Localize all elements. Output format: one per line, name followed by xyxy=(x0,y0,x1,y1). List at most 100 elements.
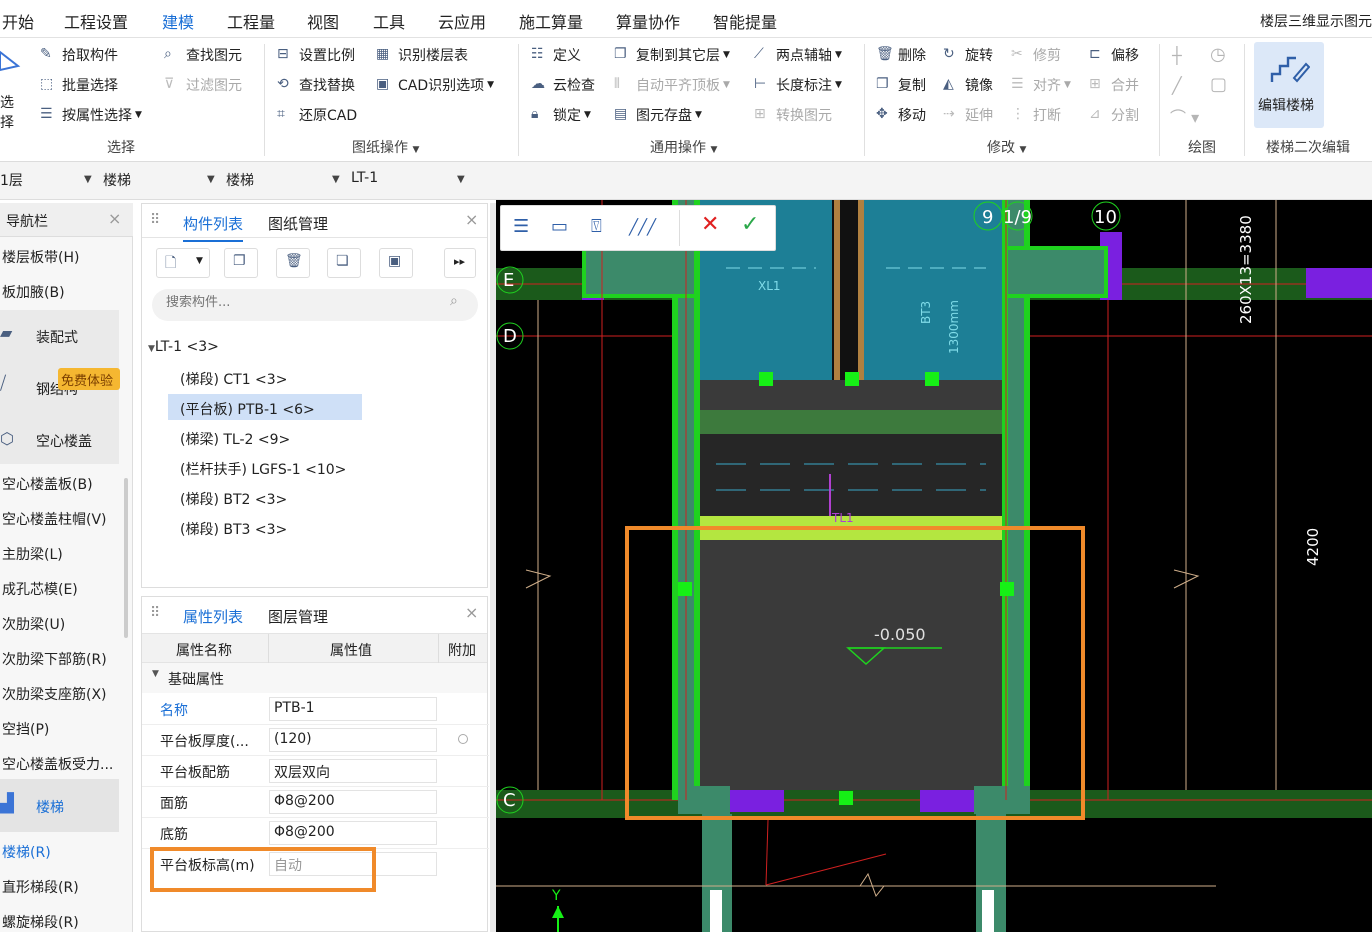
cancel-x-icon[interactable]: ✕ xyxy=(701,212,719,237)
tree-item[interactable]: (栏杆扶手) LGFS-1 <10> xyxy=(180,459,346,479)
nav-item-stair[interactable]: 楼梯(R) xyxy=(2,842,51,862)
drag-handle-icon[interactable]: ⠿ xyxy=(150,212,160,228)
lock-button[interactable]: 🔒︎ 锁定 ▼ xyxy=(531,102,591,128)
identify-floor-table-button[interactable]: ▦ 识别楼层表 xyxy=(376,42,468,68)
tree-item[interactable]: (梯段) BT2 <3> xyxy=(180,489,287,509)
nav-item[interactable]: 空心楼盖板(B) xyxy=(2,474,93,494)
nav-item[interactable]: 楼层板带(H) xyxy=(2,247,79,267)
extend-button[interactable]: ⇢ 延伸 xyxy=(943,102,993,128)
tab-property-list[interactable]: 属性列表 xyxy=(183,606,244,635)
menu-modeling[interactable]: 建模 xyxy=(162,9,195,41)
floor-3d-display-option[interactable]: 楼层三维显示图元 xyxy=(1260,11,1372,31)
circle-draw-icon[interactable]: ◷ xyxy=(1210,44,1226,65)
close-icon[interactable]: × xyxy=(108,209,121,228)
convert-element-button[interactable]: ⊞ 转换图元 xyxy=(754,102,832,128)
menu-start[interactable]: 开始 xyxy=(2,9,34,33)
set-scale-button[interactable]: ⊟ 设置比例 xyxy=(277,42,355,68)
new-component-button[interactable]: 🗋︎ ▼ xyxy=(156,248,210,278)
length-dimension-button[interactable]: ⊢ 长度标注 ▼ xyxy=(754,72,842,98)
nav-item[interactable]: 次肋梁支座筋(X) xyxy=(2,684,107,704)
delete-component-button[interactable]: 🗑︎ xyxy=(276,248,310,278)
property-value-input[interactable]: Φ8@200 xyxy=(269,821,437,845)
nav-item[interactable]: 主肋梁(L) xyxy=(2,544,63,564)
copy-to-other-floor-button[interactable]: ❐ 复制到其它层 ▼ xyxy=(614,42,730,68)
grip-handle[interactable] xyxy=(845,372,859,386)
grip-handle[interactable] xyxy=(759,372,773,386)
move-button[interactable]: ✥ 移动 xyxy=(876,102,926,128)
merge-button[interactable]: ⊞ 合并 xyxy=(1089,72,1139,98)
nav-item[interactable]: 空挡(P) xyxy=(2,719,49,739)
tree-item[interactable]: (梯段) CT1 <3> xyxy=(180,369,287,389)
nav-item[interactable]: 次肋梁下部筋(R) xyxy=(2,649,107,669)
nav-item[interactable]: 空心楼盖板受力... xyxy=(2,754,126,774)
railing-icon[interactable]: ╱╱╱ xyxy=(629,218,656,236)
point-draw-icon[interactable]: ┼ xyxy=(1172,46,1182,65)
property-value-input[interactable]: PTB-1 xyxy=(269,697,437,721)
drag-handle-icon[interactable]: ⠿ xyxy=(150,605,160,621)
close-icon[interactable]: × xyxy=(465,603,478,622)
restore-cad-button[interactable]: ⌗ 还原CAD xyxy=(277,102,357,128)
close-icon[interactable]: × xyxy=(465,210,478,229)
modify-group-label[interactable]: 修改 ▼ xyxy=(987,137,1026,157)
tree-root[interactable]: ▼LT-1 <3> xyxy=(148,339,219,355)
cad-options-button[interactable]: ▣ CAD识别选项 ▼ xyxy=(376,72,494,98)
free-trial-badge[interactable]: 免费体验 xyxy=(58,368,120,390)
nav-item[interactable]: 空心楼盖柱帽(V) xyxy=(2,509,107,529)
filter-element-button[interactable]: ⊽ 过滤图元 xyxy=(164,72,242,98)
rotate-button[interactable]: ↻ 旋转 xyxy=(943,42,993,68)
find-element-button[interactable]: ⌕ 查找图元 xyxy=(164,42,242,68)
break-button[interactable]: ⋮ 打断 xyxy=(1011,102,1061,128)
cloud-check-button[interactable]: ☁ 云检查 xyxy=(531,72,595,98)
trim-button[interactable]: ✂ 修剪 xyxy=(1011,42,1061,68)
slab-icon[interactable]: ▭ xyxy=(551,216,568,237)
property-value-input[interactable]: 双层双向 xyxy=(269,759,437,783)
split-button[interactable]: ⊿ 分割 xyxy=(1089,102,1139,128)
two-point-axis-button[interactable]: ⟋ 两点辅轴 ▼ xyxy=(754,42,842,68)
nav-item[interactable]: 成孔芯模(E) xyxy=(2,579,78,599)
menu-tools[interactable]: 工具 xyxy=(373,9,405,33)
floor-selector[interactable]: 1层 ▼ xyxy=(0,170,96,192)
property-value-input[interactable]: (120) xyxy=(269,728,437,752)
tab-drawing-management[interactable]: 图纸管理 xyxy=(268,213,328,234)
find-replace-button[interactable]: ⟲ 查找替换 xyxy=(277,72,355,98)
type-selector[interactable]: 楼梯 ▼ xyxy=(226,170,344,192)
drawing-group-label[interactable]: 图纸操作 ▼ xyxy=(352,137,419,157)
menu-smart-takeoff[interactable]: 智能提量 xyxy=(713,9,777,33)
more-button[interactable]: ▸▸ xyxy=(444,248,476,278)
search-input[interactable] xyxy=(166,295,436,310)
menu-quantities[interactable]: 工程量 xyxy=(227,9,275,33)
menu-project-settings[interactable]: 工程设置 xyxy=(64,9,128,33)
layer-copy-button[interactable]: ❏ xyxy=(327,248,361,278)
copy-component-button[interactable]: ❐ xyxy=(224,248,258,278)
offset-button[interactable]: ⊏ 偏移 xyxy=(1089,42,1139,68)
stair-icon[interactable]: ☰ xyxy=(513,216,529,237)
select-big-button[interactable]: 选择 xyxy=(0,48,26,131)
nav-item[interactable]: 螺旋梯段(R) xyxy=(2,912,79,932)
copy-button[interactable]: ❐ 复制 xyxy=(876,72,926,98)
scrollbar[interactable] xyxy=(124,478,128,638)
search-component-field[interactable]: ⌕ xyxy=(152,289,478,321)
category-selector[interactable]: 楼梯 ▼ xyxy=(103,170,219,192)
nav-category-hollow-slab[interactable]: 空心楼盖 xyxy=(36,431,92,451)
nav-category-prefab[interactable]: 装配式 xyxy=(36,327,78,347)
arc-draw-icon[interactable]: ⌒ ▾ xyxy=(1170,104,1199,128)
batch-select-button[interactable]: ⬚ 批量选择 xyxy=(40,72,118,98)
property-value-input[interactable]: Φ8@200 xyxy=(269,790,437,814)
menu-cloud[interactable]: 云应用 xyxy=(438,9,486,33)
auto-align-top-button[interactable]: ⫴ 自动平齐顶板 ▼ xyxy=(614,72,730,98)
tree-item[interactable]: (梯梁) TL-2 <9> xyxy=(180,429,290,449)
mirror-button[interactable]: ◭ 镜像 xyxy=(943,72,993,98)
component-save-button[interactable]: ▣ xyxy=(379,248,413,278)
save-element-button[interactable]: ▤ 图元存盘 ▼ xyxy=(614,102,702,128)
menu-view[interactable]: 视图 xyxy=(307,9,339,33)
edit-stair-button[interactable]: 编辑楼梯 xyxy=(1254,42,1324,128)
align-button[interactable]: ☰ 对齐 ▼ xyxy=(1011,72,1071,98)
line-draw-icon[interactable]: ╱ xyxy=(1172,76,1182,95)
checkbox-circle[interactable] xyxy=(458,734,468,744)
common-group-label[interactable]: 通用操作 ▼ xyxy=(650,137,717,157)
menu-construction-calc[interactable]: 施工算量 xyxy=(519,9,583,33)
nav-item[interactable]: 直形梯段(R) xyxy=(2,877,79,897)
tab-component-list[interactable]: 构件列表 xyxy=(183,213,244,242)
component-selector[interactable]: LT-1 ▼ xyxy=(351,170,469,192)
handrail-icon[interactable]: ⍔ xyxy=(591,216,602,237)
